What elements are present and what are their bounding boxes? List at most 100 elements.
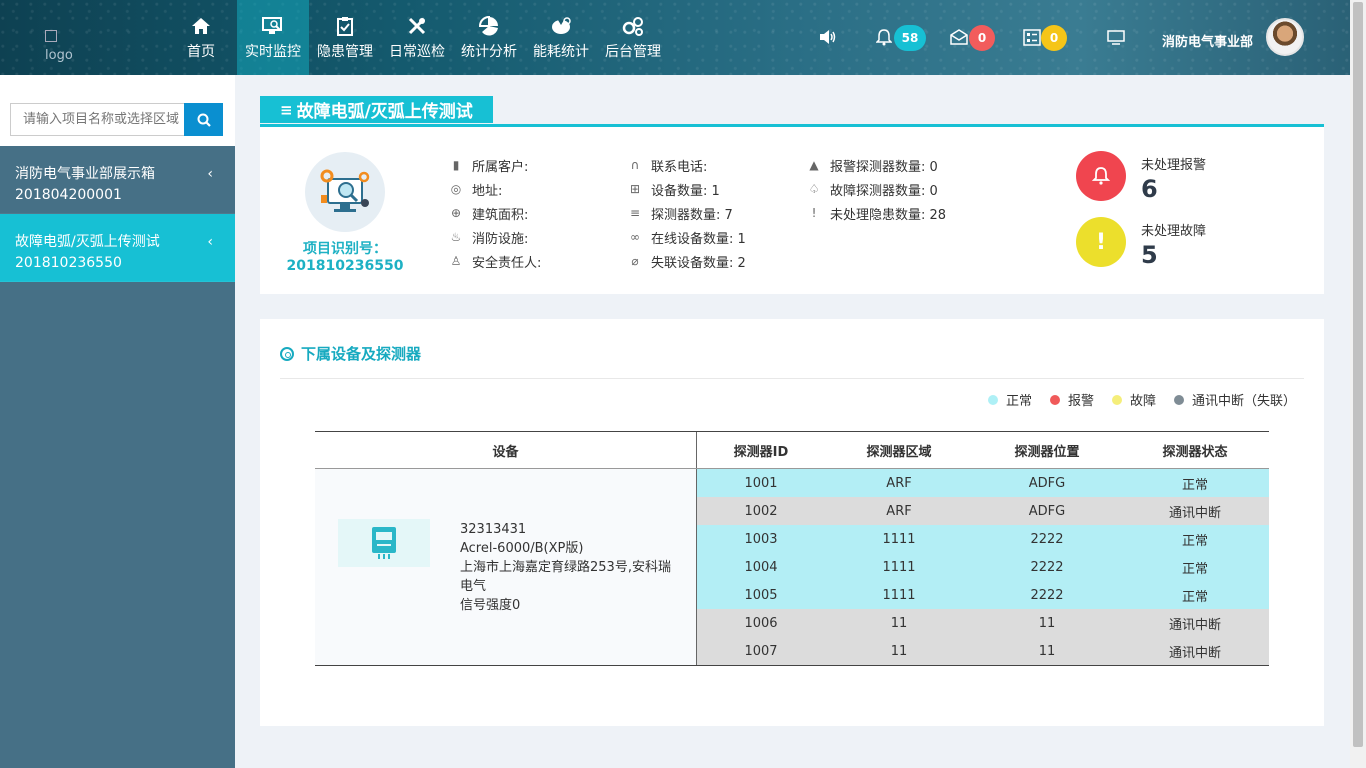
sidebar-item-project-active[interactable]: 故障电弧/灭弧上传测试 201810236550 ‹ bbox=[0, 214, 235, 282]
info-unhandled-hazards: ! 未处理隐患数量: 28 bbox=[807, 201, 946, 225]
info-facilities: ♨ 消防设施: bbox=[449, 225, 541, 249]
mail-icon[interactable] bbox=[950, 29, 968, 49]
nav-daily-inspection[interactable]: 日常巡检 bbox=[381, 0, 453, 75]
info-offline-count: ⌀ 失联设备数量: 2 bbox=[628, 249, 746, 273]
nav-label: 能耗统计 bbox=[533, 43, 589, 60]
legend-label: 通讯中断（失联） bbox=[1191, 394, 1296, 409]
table-row[interactable]: 1007 11 11 通讯中断 bbox=[697, 637, 1269, 665]
cell-status: 正常 bbox=[1181, 561, 1208, 577]
table-row[interactable]: 1006 11 11 通讯中断 bbox=[697, 609, 1269, 637]
speaker-icon[interactable] bbox=[819, 29, 837, 49]
cell-area: 1111 bbox=[882, 587, 916, 603]
table-row[interactable]: 1002 ARF ADFG 通讯中断 bbox=[697, 497, 1269, 525]
headset-icon: ∩ bbox=[630, 158, 640, 172]
legend-dot bbox=[1049, 394, 1060, 405]
unhandled-alarm-stat[interactable]: 未处理报警 6 bbox=[1076, 151, 1206, 203]
info-text: 地址: bbox=[472, 183, 503, 199]
project-search-input[interactable] bbox=[10, 103, 186, 136]
device-serial: 32313431 bbox=[460, 522, 527, 537]
cell-position: 11 bbox=[1038, 615, 1056, 631]
detector-rows: 1001 ARF ADFG 正常 1002 ARF ADFG 通讯中断 1003… bbox=[697, 469, 1269, 665]
task-count-badge[interactable]: 0 bbox=[1041, 25, 1067, 51]
location-icon: ◎ bbox=[450, 182, 462, 196]
info-column-3: ▲ 报警探测器数量: 0 ♤ 故障探测器数量: 0 ! 未处理隐患数量: 28 bbox=[807, 153, 946, 225]
table-row[interactable]: 1004 1111 2222 正常 bbox=[697, 553, 1269, 581]
cell-id: 1005 bbox=[744, 587, 778, 603]
table-row[interactable]: 1001 ARF ADFG 正常 bbox=[697, 469, 1269, 497]
alarm-count-badge[interactable]: 58 bbox=[894, 25, 926, 51]
sidebar-item-project[interactable]: 消防电气事业部展示箱 201804200001 ‹ bbox=[0, 146, 235, 214]
devices-title-text: 下属设备及探测器 bbox=[301, 345, 422, 363]
info-text: 消防设施: bbox=[472, 231, 529, 247]
col-device: 设备 bbox=[315, 432, 697, 468]
search-button[interactable] bbox=[184, 103, 223, 136]
task-list-icon[interactable] bbox=[1023, 29, 1041, 50]
person-icon: ♙ bbox=[450, 254, 462, 268]
energy-icon bbox=[550, 15, 572, 37]
clipboard-icon bbox=[334, 15, 356, 37]
project-id-label: 项目识别号： bbox=[303, 241, 387, 257]
cell-area: 11 bbox=[890, 615, 908, 631]
nav-statistics[interactable]: 统计分析 bbox=[453, 0, 525, 75]
info-text: 报警探测器数量: 0 bbox=[830, 159, 938, 175]
cell-id: 1001 bbox=[744, 475, 778, 491]
legend-dot bbox=[1173, 394, 1184, 405]
nav-hazard-management[interactable]: 隐患管理 bbox=[309, 0, 381, 75]
device-signal: 信号强度0 bbox=[460, 598, 521, 613]
device-table: 设备 探测器ID 探测器区域 探测器位置 探测器状态 32313431 Acre… bbox=[315, 431, 1269, 666]
nav-label: 日常巡检 bbox=[389, 43, 445, 60]
user-name[interactable]: 消防电气事业部 bbox=[1162, 31, 1253, 50]
info-text: 失联设备数量: 2 bbox=[651, 255, 746, 271]
main-content: ≡ 故障电弧/灭弧上传测试 项目识别号： 201810236550 ▮ 所属客户: bbox=[235, 75, 1350, 768]
table-header: 设备 探测器ID 探测器区域 探测器位置 探测器状态 bbox=[315, 432, 1269, 469]
avatar[interactable] bbox=[1266, 18, 1304, 56]
cell-status: 正常 bbox=[1181, 533, 1208, 549]
chart-fan-icon bbox=[478, 15, 500, 37]
device-model: Acrel-6000/B(XP版) bbox=[460, 541, 584, 556]
scrollbar-thumb[interactable] bbox=[1353, 2, 1363, 747]
project-illustration-icon bbox=[305, 152, 385, 232]
table-row[interactable]: 1005 1111 2222 正常 bbox=[697, 581, 1269, 609]
nav-label: 实时监控 bbox=[245, 43, 301, 60]
mail-count-badge[interactable]: 0 bbox=[969, 25, 995, 51]
cell-position: ADFG bbox=[1028, 503, 1066, 519]
legend-label: 报警 bbox=[1067, 394, 1094, 409]
sidebar-search bbox=[0, 75, 235, 146]
bell-icon[interactable] bbox=[875, 29, 893, 50]
nav-admin[interactable]: 后台管理 bbox=[597, 0, 669, 75]
info-area: ⊕ 建筑面积: bbox=[449, 201, 541, 225]
cell-area: ARF bbox=[886, 503, 912, 519]
cell-position: ADFG bbox=[1028, 475, 1066, 491]
info-column-2: ∩ 联系电话: ⊞ 设备数量: 1 ≡ 探测器数量: 7 ∞ 在线设备数量: 1 ⌀ 失联… bbox=[628, 153, 746, 273]
col-detector-status: 探测器状态 bbox=[1162, 444, 1228, 460]
info-address: ◎ 地址: bbox=[449, 177, 541, 201]
nav-realtime-monitor[interactable]: 实时监控 bbox=[237, 0, 309, 75]
cell-position: 2222 bbox=[1030, 587, 1064, 603]
unhandled-alarm-value: 6 bbox=[1141, 175, 1158, 203]
cell-area: ARF bbox=[886, 475, 912, 491]
page-scrollbar[interactable] bbox=[1350, 0, 1366, 768]
top-bar: logo 首页 实时监控 隐患管理 日常巡检 统计分析 能耗统计 后台管理 58… bbox=[0, 0, 1350, 75]
nav-label: 隐患管理 bbox=[317, 43, 373, 60]
info-text: 所属客户: bbox=[472, 159, 529, 175]
sidebar-item-name: 故障电弧/灭弧上传测试 bbox=[15, 234, 160, 250]
device-cell[interactable]: 32313431 Acrel-6000/B(XP版) 上海市上海嘉定育绿路253… bbox=[315, 469, 697, 665]
col-detector-id: 探测器ID bbox=[733, 444, 789, 460]
menu-lines-icon: ≡ bbox=[280, 100, 293, 119]
user-card-icon: ▮ bbox=[452, 158, 460, 172]
display-icon[interactable] bbox=[1107, 30, 1125, 49]
info-text: 故障探测器数量: 0 bbox=[830, 183, 938, 199]
nav-home[interactable]: 首页 bbox=[165, 0, 237, 75]
unhandled-fault-value: 5 bbox=[1141, 241, 1158, 269]
logo[interactable]: logo bbox=[45, 30, 90, 63]
fire-icon: ♨ bbox=[450, 230, 462, 244]
legend-alarm: 报警 bbox=[1049, 390, 1094, 409]
sidebar: 消防电气事业部展示箱 201804200001 ‹ 故障电弧/灭弧上传测试 20… bbox=[0, 75, 235, 768]
nav-energy-statistics[interactable]: 能耗统计 bbox=[525, 0, 597, 75]
nav-label: 统计分析 bbox=[461, 43, 517, 60]
table-row[interactable]: 1003 1111 2222 正常 bbox=[697, 525, 1269, 553]
unhandled-fault-stat[interactable]: ! 未处理故障 5 bbox=[1076, 217, 1206, 269]
info-text: 设备数量: 1 bbox=[651, 183, 720, 199]
link-icon: ∞ bbox=[630, 230, 640, 244]
sliders-icon: ≡ bbox=[629, 206, 641, 220]
